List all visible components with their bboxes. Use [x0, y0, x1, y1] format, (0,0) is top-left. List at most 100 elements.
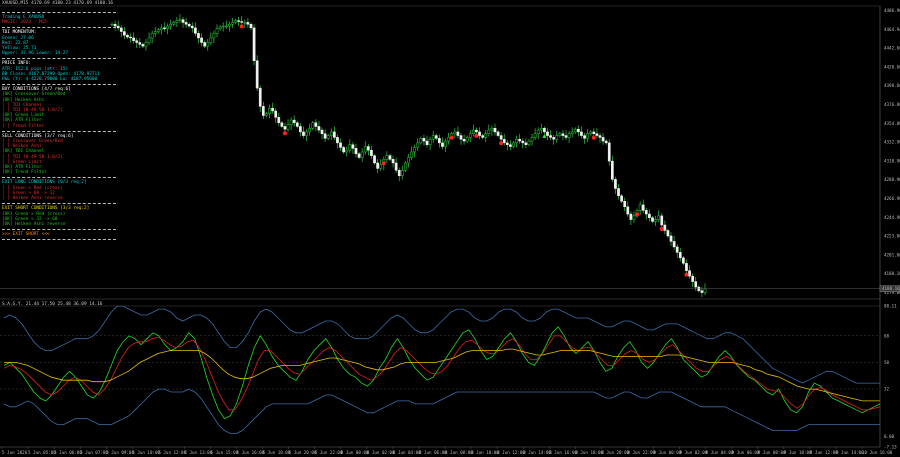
price-tick-label: 4201.00	[884, 252, 900, 257]
time-tick-label: 10 Jun 16:00	[862, 450, 893, 455]
candle-body	[218, 26, 222, 30]
candle-body	[607, 142, 611, 162]
candle-body	[555, 135, 559, 140]
time-tick-label: 8 Jun 18:00	[575, 450, 603, 455]
indicator-line: S.A.G.Y. 21.44 17.50 25.48 36.09 14.16	[2, 302, 103, 307]
candle-body	[682, 257, 685, 264]
candle-body	[632, 215, 636, 220]
candle-body	[373, 155, 376, 164]
candle-body	[370, 149, 373, 156]
candle-body	[212, 33, 216, 39]
divider	[2, 27, 116, 29]
candle-body	[703, 288, 707, 293]
time-tick-label: 5 Jun 22:00	[315, 450, 343, 455]
divider	[2, 12, 116, 13]
candle-body	[116, 25, 120, 29]
price-pane[interactable]	[0, 14, 880, 298]
sell-signal-marker	[449, 135, 454, 140]
candle-body	[295, 122, 299, 127]
candle-body	[407, 157, 410, 164]
candle-body	[694, 281, 698, 288]
time-tick-label: 9 Jun 10:00	[784, 450, 812, 455]
candle-body	[416, 142, 420, 148]
time-tick-label: 8 Jun 14:00	[523, 450, 551, 455]
candle-body	[459, 135, 463, 140]
candle-body	[333, 131, 336, 138]
time-tick-label: 8 Jun 16:00	[549, 450, 577, 455]
candle-body	[441, 142, 444, 147]
candle-body	[126, 34, 129, 38]
candle-body	[138, 42, 142, 45]
candle-body	[323, 133, 327, 139]
candle-body	[413, 147, 417, 153]
candle-body	[252, 27, 256, 61]
candle-body	[577, 128, 580, 133]
candle-body	[663, 224, 667, 231]
candle-body	[144, 42, 148, 47]
candle-body	[351, 144, 355, 149]
candle-body	[302, 131, 305, 136]
candle-body	[478, 131, 481, 136]
candle-body	[147, 37, 151, 43]
candle-body	[357, 153, 361, 158]
sell-signal-marker	[659, 227, 664, 231]
candle-body	[475, 129, 478, 133]
candle-body	[422, 138, 426, 142]
candle-body	[570, 131, 574, 135]
sell-signal-marker	[474, 133, 479, 138]
candle-body	[292, 119, 296, 124]
price-tick-label: 4266.90	[884, 196, 900, 201]
divider	[2, 177, 116, 179]
time-tick-label: 9 Jun 00:00	[654, 450, 682, 455]
time-tick-label: 8 Jun 08:00	[445, 450, 473, 455]
time-tick-label: 8 Jun 04:00	[393, 450, 421, 455]
candle-body	[404, 162, 407, 171]
candle-body	[141, 44, 145, 47]
sell-signal-marker	[499, 141, 504, 146]
candle-body	[342, 147, 345, 153]
candle-body	[153, 31, 157, 34]
candle-body	[326, 135, 330, 139]
candle-body	[638, 204, 642, 211]
time-tick-label: 5 Jun 05:00	[28, 450, 56, 455]
candle-body	[573, 128, 577, 133]
price-tick-label: 4310.90	[884, 158, 900, 163]
price-tick-label: 4244.90	[884, 215, 900, 220]
candle-body	[400, 170, 404, 176]
time-tick-label: 8 Jun 00:00	[341, 450, 369, 455]
candle-body	[255, 60, 259, 89]
candle-body	[268, 107, 271, 114]
time-tick-label: 5 Jun 20:00	[289, 450, 317, 455]
candle-body	[280, 122, 284, 127]
sell-conditions-list: [ ] Crossover Green/Red[ ] Heiken Ashi [O…	[2, 139, 116, 175]
time-tick-label: 8 Jun 10:00	[471, 450, 499, 455]
time-tick-label: 5 Jun 15:00	[210, 450, 238, 455]
price-tick-label: 4464.94	[884, 27, 900, 32]
candle-body	[271, 107, 274, 112]
candle-body	[518, 138, 522, 142]
candle-body	[228, 24, 231, 27]
indicator-tick-label: 32	[884, 387, 890, 392]
candle-body	[286, 124, 290, 130]
candle-body	[345, 149, 349, 153]
candle-body	[552, 137, 556, 140]
divider	[2, 239, 116, 241]
time-tick-label: 5 Jun 13:00	[184, 450, 212, 455]
candle-body	[175, 20, 179, 23]
price-tick-label: 4288.90	[884, 177, 900, 182]
candle-body	[524, 142, 528, 145]
candle-body	[274, 110, 278, 118]
candle-body	[691, 275, 694, 282]
time-tick-label: 8 Jun 20:00	[601, 450, 629, 455]
candle-body	[434, 135, 438, 139]
candle-body	[595, 133, 599, 136]
sell-signal-marker	[282, 131, 287, 136]
candle-body	[190, 25, 194, 29]
candle-body	[261, 106, 265, 116]
candle-body	[376, 162, 379, 169]
candle-body	[444, 140, 447, 147]
indicator-pane[interactable]	[0, 305, 881, 434]
buy-signal-marker	[542, 133, 547, 138]
sell-signal-marker	[635, 212, 640, 217]
candle-body	[629, 213, 633, 220]
